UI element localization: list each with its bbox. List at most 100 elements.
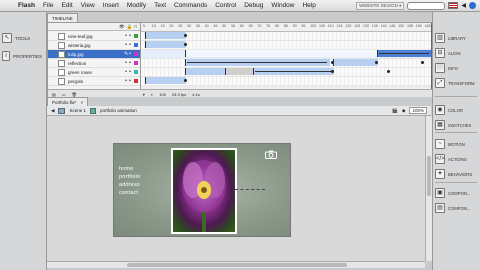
panel-button-transform[interactable]: ⤢ TRANSFORM xyxy=(435,77,479,89)
back-arrow-icon[interactable]: ◀ xyxy=(51,108,54,114)
static-span[interactable] xyxy=(185,50,378,57)
layer-color-swatch[interactable] xyxy=(134,52,138,56)
eye-icon[interactable]: 👁 xyxy=(119,24,125,30)
frame-row[interactable] xyxy=(141,68,432,77)
frame-row[interactable] xyxy=(141,41,432,50)
panel-button-info[interactable]: ⓘ INFO xyxy=(435,62,479,74)
lock-dot[interactable]: • xyxy=(128,60,132,66)
menu-insert[interactable]: Insert xyxy=(99,2,123,9)
keyframe[interactable] xyxy=(331,70,334,73)
search-input[interactable] xyxy=(407,1,446,10)
motion-tween[interactable] xyxy=(185,68,226,75)
layer-color-swatch[interactable] xyxy=(134,79,138,83)
menu-view[interactable]: View xyxy=(77,2,99,9)
panel-button-component-inspector[interactable]: ▤ COMPON... xyxy=(435,202,479,214)
keyframe[interactable] xyxy=(184,79,187,82)
edit-scene-icon[interactable]: 🎬 xyxy=(392,108,398,114)
panel-button-library[interactable]: ▥ LIBRARY xyxy=(435,32,479,44)
tulip-photo[interactable] xyxy=(171,148,237,234)
lock-dot[interactable]: • xyxy=(128,42,132,48)
lock-dot[interactable]: • xyxy=(128,78,132,84)
lock-dot[interactable]: • xyxy=(128,69,132,75)
panel-button-behaviors[interactable]: ✦ BEHAVIORS xyxy=(435,168,479,180)
onion-skin-icon[interactable]: ◐ xyxy=(151,92,153,97)
frame-row-selected[interactable] xyxy=(141,50,432,59)
panel-button-actions[interactable]: </> ACTIONS xyxy=(435,153,479,165)
lock-icon[interactable]: 🔒 xyxy=(127,24,133,30)
ruler-tick-label: 5 xyxy=(143,24,145,28)
menu-control[interactable]: Control xyxy=(211,2,240,9)
menu-edit[interactable]: Edit xyxy=(57,2,76,9)
color-icon: ◉ xyxy=(435,105,445,115)
panel-button-swatches[interactable]: ▦ SWATCHES xyxy=(435,119,479,131)
motion-tween[interactable] xyxy=(145,41,186,48)
static-frames[interactable] xyxy=(225,68,254,75)
panel-button-align[interactable]: ⊟ ALIGN xyxy=(435,47,479,59)
layer-row[interactable]: pergola • • xyxy=(48,77,140,86)
spotlight-icon[interactable] xyxy=(469,2,476,9)
scroll-thumb[interactable] xyxy=(427,156,431,196)
nav-link-portfolio[interactable]: portfolio xyxy=(119,174,140,180)
close-icon[interactable]: × xyxy=(81,100,84,105)
horizontal-scrollbar[interactable] xyxy=(47,261,425,268)
breadcrumb-scene[interactable]: Scene 1 xyxy=(69,108,86,113)
delete-layer-icon[interactable]: 🗑 xyxy=(72,92,77,97)
layer-color-swatch[interactable] xyxy=(134,34,138,38)
layer-row-selected[interactable]: tulip.jpg ✎ • xyxy=(48,50,140,59)
motion-tween[interactable] xyxy=(333,59,378,66)
camera-icon[interactable] xyxy=(265,150,277,159)
workspace-switcher[interactable]: WEBSITE DESIGN ▾ xyxy=(356,1,405,10)
menu-help[interactable]: Help xyxy=(298,2,319,9)
vertical-scrollbar[interactable] xyxy=(425,116,432,261)
menu-file[interactable]: File xyxy=(39,2,57,9)
volume-icon[interactable]: ◀ xyxy=(461,2,466,9)
panel-button-motion[interactable]: ~ MOTION xyxy=(435,138,479,150)
motion-tween[interactable] xyxy=(145,77,186,84)
layer-color-swatch[interactable] xyxy=(134,43,138,47)
panel-button-components[interactable]: ▣ COMPON... xyxy=(435,187,479,199)
breadcrumb-symbol[interactable]: portfolio animation xyxy=(100,108,137,113)
zoom-select[interactable]: 100% xyxy=(409,107,427,114)
menu-text[interactable]: Text xyxy=(150,2,170,9)
edit-symbol-icon[interactable]: ◆ xyxy=(402,108,405,114)
app-menu[interactable]: Flash xyxy=(14,2,39,9)
frames-area[interactable]: 5 10 15 20 25 30 35 40 45 50 55 60 65 70 75 80 85 90 95 100… xyxy=(141,23,432,97)
swatches-icon: ▦ xyxy=(435,120,445,130)
frame-row[interactable] xyxy=(141,77,432,86)
scroll-thumb[interactable] xyxy=(127,263,347,267)
nav-link-contact[interactable]: contact xyxy=(119,190,138,196)
outline-icon[interactable]: □ xyxy=(134,24,137,29)
lock-dot[interactable]: • xyxy=(128,51,132,57)
menu-commands[interactable]: Commands xyxy=(170,2,211,9)
motion-tween[interactable] xyxy=(145,32,186,39)
layer-color-swatch[interactable] xyxy=(134,61,138,65)
keyframe[interactable] xyxy=(387,70,390,73)
layer-row[interactable]: wisteria.jpg • • xyxy=(48,41,140,50)
keyframe[interactable] xyxy=(421,61,424,64)
new-layer-icon[interactable]: ▤ xyxy=(52,92,56,97)
frame-row[interactable] xyxy=(141,59,432,68)
layer-row[interactable]: reflection • • xyxy=(48,59,140,68)
panel-button-color[interactable]: ◉ COLOR xyxy=(435,104,479,116)
new-folder-icon[interactable]: ▭ xyxy=(62,92,66,97)
frame-row[interactable] xyxy=(141,32,432,41)
lock-dot[interactable]: • xyxy=(128,33,132,39)
tools-panel-button[interactable]: ↖ TOOLS xyxy=(2,32,42,44)
menu-debug[interactable]: Debug xyxy=(240,2,267,9)
nav-link-address[interactable]: address xyxy=(119,182,140,188)
panel-button-label: TRANSFORM xyxy=(448,80,475,86)
layer-icon xyxy=(58,32,65,40)
frame-ruler[interactable]: 5 10 15 20 25 30 35 40 45 50 55 60 65 70 75 80 85 90 95 100… xyxy=(141,23,432,32)
keyframe[interactable] xyxy=(375,61,378,64)
menu-modify[interactable]: Modify xyxy=(123,2,150,9)
keyframe[interactable] xyxy=(184,34,187,37)
properties-panel-button[interactable]: i PROPERTIES xyxy=(2,50,42,62)
stage[interactable]: home portfolio address contact xyxy=(113,143,291,237)
layer-color-swatch[interactable] xyxy=(134,70,138,74)
nav-link-home[interactable]: home xyxy=(119,166,134,172)
menu-window[interactable]: Window xyxy=(267,2,298,9)
keyframe[interactable] xyxy=(184,43,187,46)
layer-row[interactable]: green roses • • xyxy=(48,68,140,77)
layer-row[interactable]: nine-leaf.jpg • • xyxy=(48,32,140,41)
center-frame-icon[interactable]: ⌖ xyxy=(143,92,145,97)
